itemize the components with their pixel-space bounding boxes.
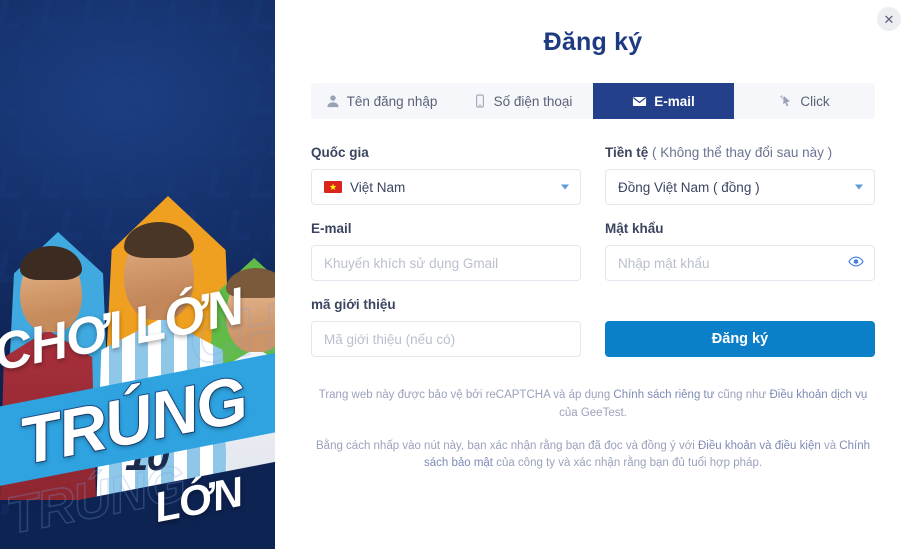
- legal-p2-part1: Bằng cách nhấp vào nút này, bạn xác nhận…: [316, 439, 698, 452]
- tab-phone[interactable]: Số điện thoại: [452, 83, 593, 119]
- privacy-policy-link[interactable]: Chính sách riêng tư: [613, 389, 714, 401]
- field-email: E-mail: [311, 221, 581, 281]
- l-pattern-mark: [185, 126, 213, 156]
- referral-label: mã giới thiệu: [311, 297, 396, 312]
- l-pattern-mark: [185, 42, 213, 72]
- terms-and-conditions-link[interactable]: Điều khoản và điều kiện: [698, 440, 821, 452]
- l-pattern-mark: [165, 168, 193, 198]
- currency-selected-value: Đồng Việt Nam ( đồng ): [618, 179, 760, 195]
- legal-p1-part2: cũng như: [714, 389, 770, 401]
- l-pattern-mark: [165, 84, 193, 114]
- tab-email-label: E-mail: [654, 93, 695, 109]
- tab-phone-label: Số điện thoại: [493, 93, 573, 109]
- l-pattern-mark: [249, 84, 275, 114]
- l-pattern-mark: [59, 42, 87, 72]
- currency-label: Tiền tệ ( Không thể thay đổi sau này ): [605, 145, 875, 160]
- legal-text: Trang web này được bảo vệ bởi reCAPTCHA …: [311, 387, 875, 473]
- register-method-tabs: Tên đăng nhập Số điện thoại E-mail Click: [311, 83, 875, 119]
- field-referral: mã giới thiệu: [311, 297, 581, 357]
- l-pattern-mark: [143, 126, 171, 156]
- email-input-wrapper: [311, 245, 581, 281]
- vietnam-flag-icon: ★: [324, 181, 342, 193]
- flag-star: ★: [328, 181, 338, 192]
- l-pattern-mark: [207, 84, 235, 114]
- register-fields-grid: Quốc gia ★ Việt Nam Tiền tệ ( Không thể …: [311, 145, 875, 373]
- l-pattern-mark: [39, 0, 67, 30]
- legal-p1-part3: của GeeTest.: [559, 406, 627, 419]
- register-submit-button[interactable]: Đăng ký: [605, 321, 875, 357]
- l-pattern-mark: [249, 168, 275, 198]
- country-label: Quốc gia: [311, 145, 369, 160]
- l-pattern-mark: [249, 0, 275, 30]
- tab-username-label: Tên đăng nhập: [346, 93, 438, 109]
- currency-select[interactable]: Đồng Việt Nam ( đồng ): [605, 169, 875, 205]
- password-visibility-toggle[interactable]: [848, 254, 864, 273]
- l-pattern-mark: [59, 210, 87, 240]
- promo-banner: 7 10 CH G TRÚNG CHƠI LỚN TRÚNG LỚN: [0, 0, 275, 549]
- register-modal: 7 10 CH G TRÚNG CHƠI LỚN TRÚNG LỚN ✕ Đăn…: [0, 0, 911, 549]
- referral-input-wrapper: [311, 321, 581, 357]
- l-pattern-mark: [101, 210, 129, 240]
- l-pattern-mark: [165, 0, 193, 30]
- email-label: E-mail: [311, 221, 352, 236]
- l-pattern-mark: [123, 84, 151, 114]
- l-pattern-mark: [101, 126, 129, 156]
- l-pattern-mark: [227, 126, 255, 156]
- register-form-panel: ✕ Đăng ký Tên đăng nhập Số điện thoại E-…: [275, 0, 911, 549]
- l-pattern-mark: [207, 168, 235, 198]
- l-pattern-mark: [227, 42, 255, 72]
- l-pattern-mark: [81, 0, 109, 30]
- l-pattern-mark: [17, 42, 45, 72]
- country-select[interactable]: ★ Việt Nam: [311, 169, 581, 205]
- terms-of-service-link[interactable]: Điều khoản dịch vụ: [769, 389, 867, 401]
- password-input[interactable]: [618, 246, 862, 280]
- legal-p1-part1: Trang web này được bảo vệ bởi reCAPTCHA …: [318, 389, 614, 401]
- l-pattern-mark: [123, 168, 151, 198]
- field-country: Quốc gia ★ Việt Nam: [311, 145, 581, 205]
- legal-paragraph-recaptcha: Trang web này được bảo vệ bởi reCAPTCHA …: [315, 387, 871, 423]
- l-pattern-mark: [17, 210, 45, 240]
- l-pattern-mark: [0, 168, 25, 198]
- l-pattern-mark: [143, 42, 171, 72]
- tab-click[interactable]: Click: [734, 83, 875, 119]
- tab-click-label: Click: [800, 93, 830, 109]
- l-pattern-mark: [101, 42, 129, 72]
- eye-icon: [848, 254, 864, 273]
- chevron-down-icon: [855, 184, 863, 190]
- l-pattern-mark: [39, 168, 67, 198]
- l-pattern-mark: [17, 126, 45, 156]
- l-pattern-mark: [59, 126, 87, 156]
- page-title: Đăng ký: [543, 28, 643, 56]
- close-button[interactable]: ✕: [877, 7, 901, 31]
- chevron-down-icon: [561, 184, 569, 190]
- legal-p2-part3: của công ty và xác nhận rằng bạn đủ tuổi…: [493, 457, 763, 470]
- password-input-wrapper: [605, 245, 875, 281]
- email-input[interactable]: [324, 246, 568, 280]
- tab-username[interactable]: Tên đăng nhập: [311, 83, 452, 119]
- l-pattern-mark: [81, 84, 109, 114]
- l-pattern-mark: [0, 84, 25, 114]
- submit-cell: Đăng ký: [605, 297, 875, 373]
- tab-email[interactable]: E-mail: [593, 83, 734, 119]
- currency-label-strong: Tiền tệ: [605, 145, 649, 160]
- currency-label-note: ( Không thể thay đổi sau này ): [648, 145, 833, 160]
- l-pattern-mark: [123, 0, 151, 30]
- l-pattern-mark: [227, 210, 255, 240]
- referral-input[interactable]: [324, 322, 568, 356]
- country-selected-value: Việt Nam: [350, 179, 406, 195]
- field-currency: Tiền tệ ( Không thể thay đổi sau này ) Đ…: [605, 145, 875, 205]
- user-icon: [326, 94, 340, 108]
- l-pattern-mark: [39, 84, 67, 114]
- legal-p2-part2: và: [820, 439, 840, 452]
- field-password: Mật khẩu: [605, 221, 875, 281]
- legal-paragraph-consent: Bằng cách nhấp vào nút này, bạn xác nhận…: [315, 438, 871, 474]
- l-pattern-mark: [207, 0, 235, 30]
- phone-icon: [473, 94, 487, 108]
- l-pattern-mark: [81, 168, 109, 198]
- close-icon: ✕: [883, 11, 895, 27]
- password-label: Mật khẩu: [605, 221, 664, 236]
- cursor-click-icon: [779, 94, 793, 108]
- envelope-icon: [632, 94, 647, 109]
- l-pattern-mark: [0, 0, 25, 30]
